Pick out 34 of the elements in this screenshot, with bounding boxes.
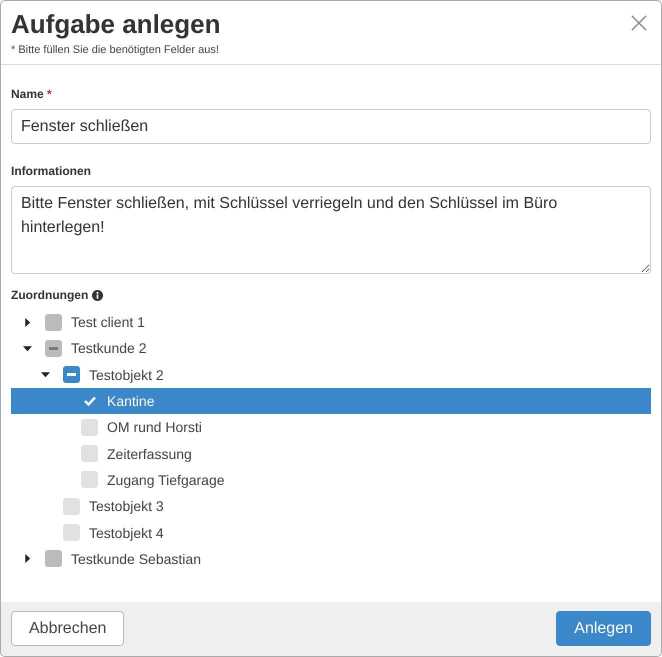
partial-checkbox[interactable]: [63, 366, 80, 384]
tree-row[interactable]: Testobjekt 2: [11, 362, 651, 388]
tree-row[interactable]: Zeiterfassung: [11, 440, 651, 467]
text-area[interactable]: Bitte Fenster schließen, mit Schlüssel verriegeln und den Schlüssel im Büro hinterlegen!: [11, 186, 651, 274]
tree-row[interactable]: Testobjekt 4: [11, 519, 651, 546]
caret-right-icon[interactable]: [23, 318, 32, 327]
checkbox[interactable]: [81, 418, 98, 436]
required-hint: * Bitte füllen Sie die benötigten Felder aus!: [11, 44, 220, 56]
checkbox[interactable]: [45, 314, 62, 331]
tree-row[interactable]: Zugang Tiefgarage: [11, 466, 651, 494]
close-icon[interactable]: [631, 15, 647, 31]
cancel-button[interactable]: Abbrechen: [11, 611, 124, 646]
tree-row[interactable]: Testkunde 2: [11, 335, 651, 362]
field-label: Name *: [11, 87, 53, 101]
info-icon[interactable]: [92, 290, 104, 300]
checkbox[interactable]: [63, 498, 80, 515]
selected-tree-row[interactable]: Kantine: [11, 388, 651, 414]
field-label: Informationen: [11, 164, 92, 178]
field-label: Zuordnungen: [11, 288, 88, 302]
partial-checkbox[interactable]: [45, 340, 62, 357]
tree-row[interactable]: Testobjekt 3: [11, 493, 651, 520]
caret-right-icon[interactable]: [23, 554, 32, 564]
dialog-title: Aufgabe anlegen: [11, 8, 220, 41]
caret-down-icon[interactable]: [41, 370, 50, 380]
input-field[interactable]: Fenster schließen: [11, 109, 651, 144]
create-button[interactable]: Anlegen: [556, 611, 651, 646]
tree-row[interactable]: OM rund Horsti: [11, 414, 651, 440]
tree-row[interactable]: Test client 1: [11, 309, 651, 336]
checkbox[interactable]: [45, 550, 62, 568]
checkbox[interactable]: [63, 524, 80, 542]
tree-row[interactable]: Testkunde Sebastian: [11, 546, 651, 572]
caret-down-icon[interactable]: [23, 344, 32, 353]
checkbox[interactable]: [81, 471, 98, 488]
checkbox[interactable]: [81, 445, 98, 462]
